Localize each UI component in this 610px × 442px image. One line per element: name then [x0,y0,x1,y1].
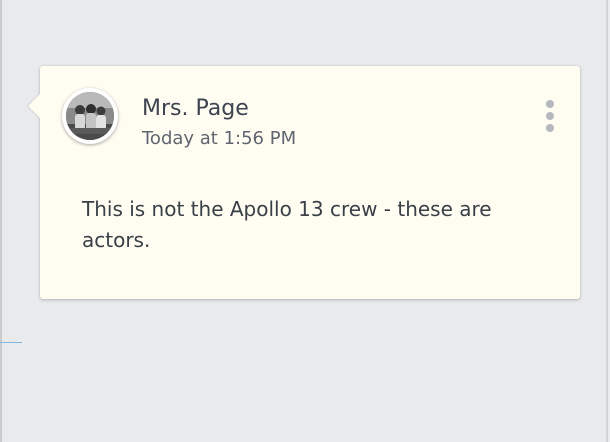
avatar[interactable] [62,88,118,144]
user-photo-icon [66,92,114,140]
more-options-button[interactable] [540,98,560,134]
comment-panel: Mrs. Page Today at 1:56 PM This is not t… [0,0,610,442]
comment-author-name: Mrs. Page [142,96,249,121]
panel-left-divider [0,0,2,442]
more-vertical-icon-dot [546,112,554,120]
panel-right-divider [606,0,608,442]
card-pointer-arrow [28,94,40,118]
comment-body: This is not the Apollo 13 crew - these a… [82,197,492,252]
comment-card: Mrs. Page Today at 1:56 PM This is not t… [28,66,580,299]
more-vertical-icon [546,100,554,108]
comment-timestamp: Today at 1:56 PM [142,128,297,149]
more-vertical-icon-dot [546,124,554,132]
anchor-indicator-line [0,342,22,343]
